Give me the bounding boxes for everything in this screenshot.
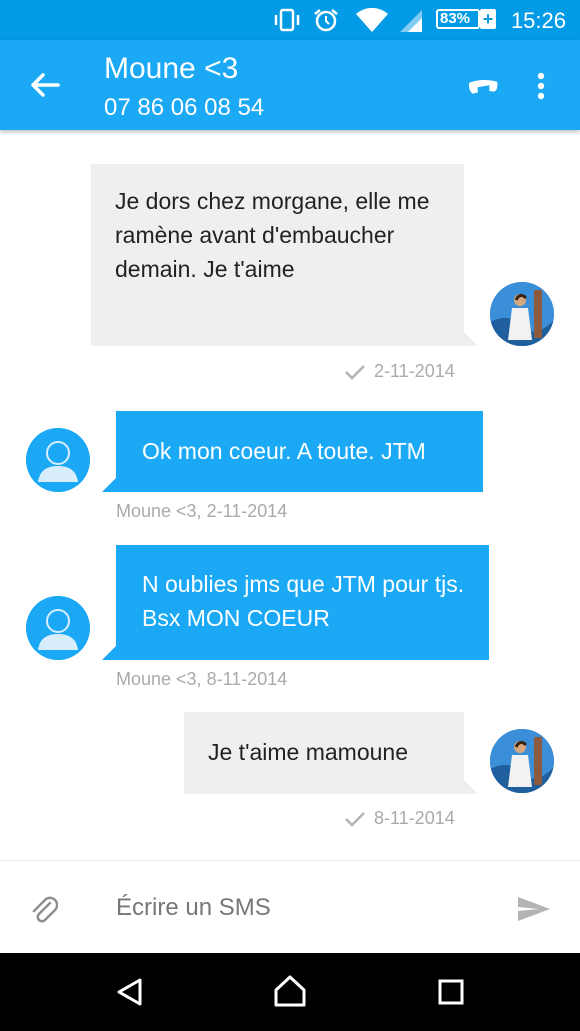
message-meta: Moune <3, 2-11-2014 (116, 501, 287, 522)
person-icon (26, 596, 90, 660)
message-bubble-incoming[interactable]: Ok mon coeur. A toute. JTM (116, 411, 483, 492)
message-meta: 8-11-2014 (344, 808, 455, 829)
nav-back-icon (117, 978, 142, 1006)
message-sender-date: Moune <3, 2-11-2014 (116, 501, 288, 521)
person-icon (26, 428, 90, 492)
phone-icon (468, 79, 498, 94)
message-bubble-outgoing[interactable]: Je t'aime mamoune (184, 712, 464, 794)
nav-back-button[interactable] (110, 971, 150, 1013)
message-text: Je dors chez morgane, elle me ramène ava… (115, 188, 430, 282)
message-bubble-incoming[interactable]: N oublies jms que JTM pour tjs. Bsx MON … (116, 545, 489, 660)
paperclip-icon (32, 896, 58, 923)
battery-icon: + 83% (436, 9, 496, 31)
bubble-tail (462, 778, 478, 794)
status-clock: 15:26 (510, 8, 566, 33)
back-button[interactable] (20, 65, 70, 105)
signal-icon (400, 10, 422, 32)
vibrate-icon (274, 8, 300, 32)
sms-input[interactable]: Écrire un SMS (116, 894, 271, 922)
message-meta: 2-11-2014 (344, 361, 455, 382)
more-options-button[interactable] (524, 65, 558, 107)
contact-name: Moune <3 (104, 52, 239, 85)
message-sender-date: Moune <3, 8-11-2014 (116, 669, 288, 689)
message-text: N oublies jms que JTM pour tjs. Bsx MON … (142, 571, 465, 631)
call-button[interactable] (460, 65, 506, 107)
message-text: Je t'aime mamoune (208, 739, 408, 765)
send-icon (518, 897, 550, 921)
avatar-self (490, 729, 554, 793)
attach-button[interactable] (24, 889, 64, 929)
nav-home-icon (274, 975, 306, 1007)
message-meta: Moune <3, 8-11-2014 (116, 669, 287, 690)
avatar-contact (26, 596, 90, 660)
send-button[interactable] (512, 889, 556, 929)
nav-recents-button[interactable] (430, 971, 472, 1013)
navigation-bar (0, 953, 580, 1031)
check-icon (345, 812, 365, 828)
avatar-contact (26, 428, 90, 492)
message-date: 2-11-2014 (374, 361, 455, 381)
status-bar: + 83% 15:26 (0, 0, 580, 40)
check-icon (345, 365, 365, 381)
alarm-icon (314, 9, 338, 32)
wifi-icon (356, 8, 388, 32)
app-bar: Moune <3 07 86 06 08 54 (0, 40, 580, 130)
message-text: Ok mon coeur. A toute. JTM (142, 438, 426, 464)
nav-home-button[interactable] (268, 969, 312, 1013)
battery-percentage: 83% (440, 10, 471, 27)
arrow-back-icon (31, 73, 60, 97)
contact-phone-number: 07 86 06 08 54 (104, 94, 265, 121)
message-bubble-outgoing[interactable]: Je dors chez morgane, elle me ramène ava… (91, 164, 464, 346)
nav-recents-icon (438, 979, 464, 1005)
bubble-tail (462, 330, 478, 346)
more-vert-icon (537, 72, 545, 100)
message-date: 8-11-2014 (374, 808, 455, 828)
message-composer: Écrire un SMS (0, 860, 580, 954)
avatar-self (490, 282, 554, 346)
